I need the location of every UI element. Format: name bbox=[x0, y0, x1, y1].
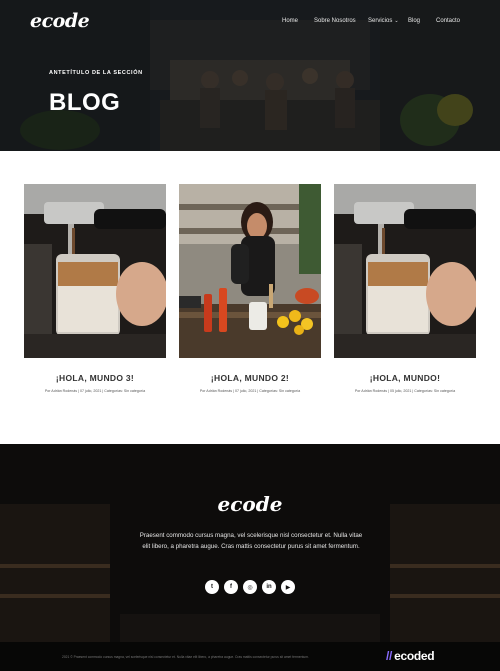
espresso-photo bbox=[24, 184, 166, 358]
post-card[interactable]: ¡HOLA, MUNDO 2! Por Adrián Rodenás | 07 … bbox=[179, 184, 321, 393]
post-meta: Por Adrián Rodenás | 07 julio, 2021 | Ca… bbox=[199, 389, 301, 393]
youtube-icon[interactable]: ▶ bbox=[281, 580, 295, 594]
post-card[interactable]: ¡HOLA, MUNDO 3! Por Adrián Rodenás | 07 … bbox=[24, 184, 166, 393]
post-image[interactable] bbox=[24, 184, 166, 358]
brand-credit[interactable]: //ecoded bbox=[386, 649, 435, 663]
post-image[interactable] bbox=[179, 184, 321, 358]
espresso-photo bbox=[334, 184, 476, 358]
footer-logo[interactable]: ecode bbox=[0, 492, 500, 516]
hero-subtitle: ANTETÍTULO DE LA SECCIÓN bbox=[49, 70, 143, 76]
footer-background-photo bbox=[0, 444, 500, 671]
post-card[interactable]: ¡HOLA, MUNDO! Por Adrián Rodenás | 05 ju… bbox=[334, 184, 476, 393]
instagram-icon[interactable]: ◎ bbox=[243, 580, 257, 594]
nav-item-servicios-label: Servicios bbox=[368, 18, 393, 24]
footer-description: Praesent commodo cursus magna, vel scele… bbox=[139, 532, 363, 550]
chevron-down-icon: ⌄ bbox=[394, 18, 399, 24]
twitter-icon[interactable]: t bbox=[205, 580, 219, 594]
post-title[interactable]: ¡HOLA, MUNDO 3! bbox=[24, 373, 166, 383]
post-title[interactable]: ¡HOLA, MUNDO! bbox=[334, 373, 476, 383]
brand-slashes: // bbox=[386, 649, 393, 663]
page-title: BLOG bbox=[49, 89, 121, 116]
post-meta: Por Adrián Rodenás | 05 julio, 2021 | Ca… bbox=[354, 389, 456, 393]
nav-item-home[interactable]: Home bbox=[282, 18, 298, 24]
linkedin-icon[interactable]: in bbox=[262, 580, 276, 594]
nav-item-blog[interactable]: Blog bbox=[408, 18, 420, 24]
brand-name: ecoded bbox=[394, 649, 435, 663]
nav-item-servicios[interactable]: Servicios ⌄ bbox=[368, 18, 399, 24]
copyright-text: 2021 © Praesent commodo cursus magna, ve… bbox=[62, 655, 309, 659]
facebook-icon[interactable]: f bbox=[224, 580, 238, 594]
site-footer: ecode Praesent commodo cursus magna, vel… bbox=[0, 444, 500, 671]
hero-section: ecode Home Sobre Nosotros Servicios ⌄ Blo… bbox=[0, 0, 500, 151]
post-image[interactable] bbox=[334, 184, 476, 358]
nav-item-sobre-nosotros[interactable]: Sobre Nosotros bbox=[314, 18, 356, 24]
main-nav: Home Sobre Nosotros Servicios ⌄ Blog Cont… bbox=[0, 18, 500, 28]
blog-posts-section: ¡HOLA, MUNDO 3! Por Adrián Rodenás | 07 … bbox=[0, 151, 500, 444]
post-title[interactable]: ¡HOLA, MUNDO 2! bbox=[179, 373, 321, 383]
cooking-woman-photo bbox=[179, 184, 321, 358]
nav-item-contacto[interactable]: Contacto bbox=[436, 18, 460, 24]
post-meta: Por Adrián Rodenás | 07 julio, 2021 | Ca… bbox=[44, 389, 146, 393]
social-links: t f ◎ in ▶ bbox=[0, 580, 500, 594]
